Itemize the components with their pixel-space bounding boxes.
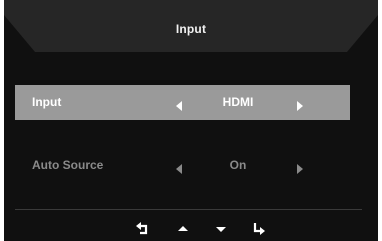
- down-arrow-icon[interactable]: [214, 222, 228, 236]
- row-value: HDMI: [222, 95, 254, 109]
- left-arrow-icon[interactable]: [176, 98, 182, 116]
- menu-row-input[interactable]: Input HDMI: [15, 85, 350, 120]
- divider: [15, 209, 362, 210]
- menu-row-auto-source[interactable]: Auto Source On: [15, 148, 350, 183]
- menu-title: Input: [175, 22, 207, 36]
- right-arrow-icon[interactable]: [297, 98, 303, 116]
- left-arrow-icon[interactable]: [176, 161, 182, 179]
- row-value: On: [229, 158, 247, 172]
- row-label: Input: [32, 95, 62, 109]
- osd-menu: Input Input HDMI Auto Source On: [4, 0, 378, 241]
- row-label: Auto Source: [32, 158, 104, 172]
- up-arrow-icon[interactable]: [176, 222, 190, 236]
- return-icon[interactable]: [136, 222, 150, 236]
- enter-icon[interactable]: [252, 222, 266, 236]
- right-arrow-icon[interactable]: [297, 161, 303, 179]
